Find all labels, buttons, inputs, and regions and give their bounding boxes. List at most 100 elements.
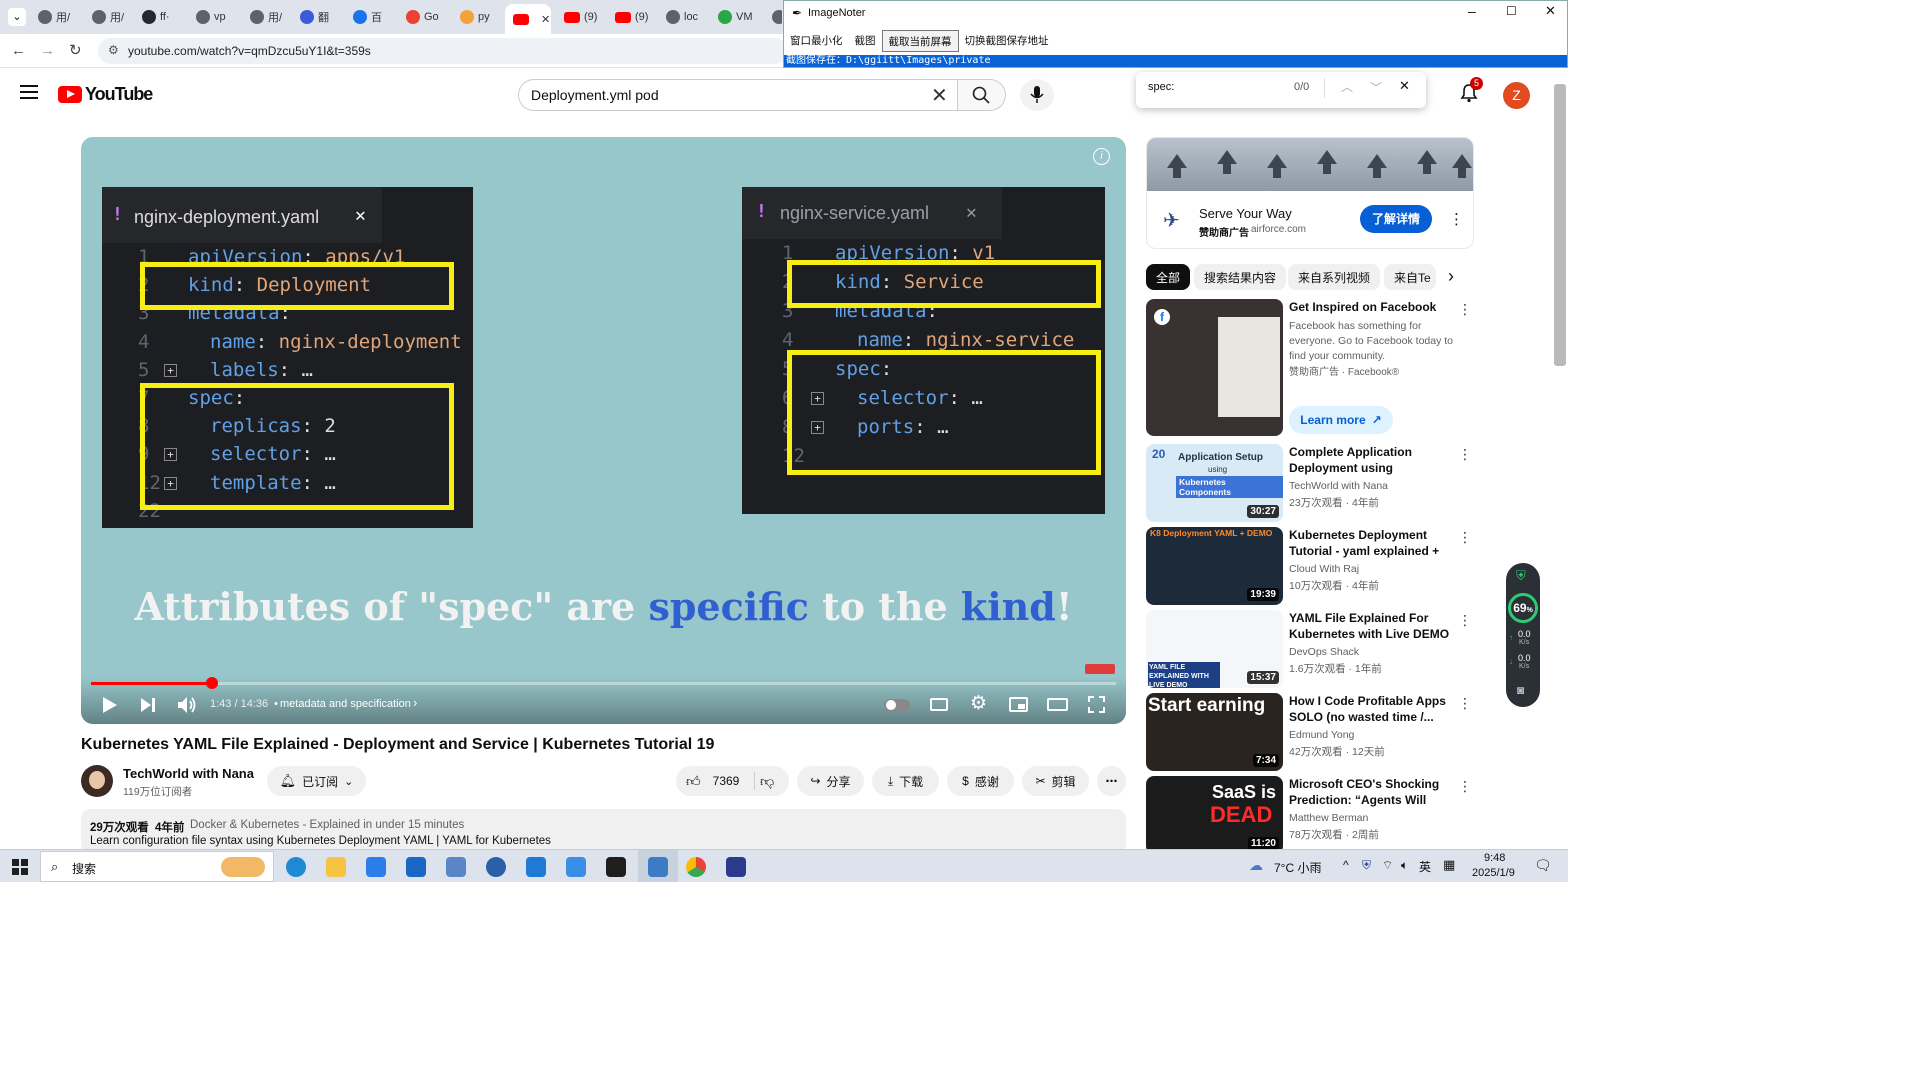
find-next-icon[interactable]: ﹀ [1370, 79, 1382, 96]
search-button[interactable] [958, 79, 1006, 111]
imagenoter-menu-item[interactable]: 切换截图保存地址 [959, 30, 1055, 52]
progress-scrubber[interactable] [205, 677, 218, 689]
recommendation-channel[interactable]: Edmund Yong [1289, 729, 1354, 741]
browser-tab[interactable]: 百 [345, 4, 395, 30]
recommendation-item[interactable]: 30:27 20 Application Setup using Kubernetes … [1146, 444, 1476, 522]
browser-tab[interactable]: VM [710, 4, 762, 30]
imagenoter-menu-item[interactable]: 截取当前屏幕 [881, 30, 959, 52]
more-options-icon[interactable]: ⋮ [1458, 695, 1472, 712]
video-thumbnail[interactable]: f [1146, 299, 1283, 436]
more-actions-button[interactable]: ⋯ [1097, 766, 1126, 796]
voice-search-button[interactable] [1020, 79, 1054, 111]
thumbs-down-icon[interactable]: 👎︎ [760, 773, 774, 790]
browser-tab[interactable]: loc [658, 4, 706, 30]
share-button[interactable]: ↪ 分享 [797, 766, 864, 796]
imagenoter-menu-item[interactable]: 截图 [849, 30, 882, 52]
search-app-icon[interactable] [486, 857, 506, 877]
more-options-icon[interactable]: ⋮ [1458, 301, 1472, 318]
mail-icon[interactable] [406, 857, 426, 877]
browser-tab[interactable]: ff· [134, 4, 186, 30]
imagenoter-menu-item[interactable]: 窗口最小化 [784, 30, 849, 52]
recommendation-item[interactable]: 7:34 Start earning How I Code Profitable A… [1146, 693, 1476, 771]
find-close-icon[interactable]: ✕ [1399, 78, 1410, 94]
find-prev-icon[interactable]: ︿ [1341, 78, 1353, 95]
security-tray-icon[interactable]: ⛨ [1362, 858, 1371, 873]
edge-icon[interactable] [286, 857, 306, 877]
network-monitor-widget[interactable]: ⛨ 69% ↑ 0.0 K/s ↓ 0.0 K/s ◙ [1506, 563, 1540, 707]
info-icon[interactable]: i [1093, 148, 1110, 165]
tab-list-button[interactable]: ⌄ [8, 8, 26, 26]
notifications-button[interactable]: 5 [1460, 77, 1484, 105]
volume-icon[interactable] [177, 696, 197, 714]
autoplay-toggle[interactable] [884, 699, 910, 711]
miniplayer-icon[interactable] [1009, 697, 1028, 712]
browser-tab[interactable]: (9) [607, 4, 655, 30]
app-arrow-icon[interactable] [566, 857, 586, 877]
recommendation-item[interactable]: 11:20 SaaS is DEAD Microsoft CEO's Shocking… [1146, 776, 1476, 854]
menu-icon[interactable] [20, 85, 38, 99]
sidebar-ad[interactable]: ✈ Serve Your Way 赞助商广告 · airforce.com 了解… [1146, 137, 1474, 249]
close-window-icon[interactable]: ✕ [1545, 3, 1556, 19]
browser-tab[interactable]: Go [398, 4, 450, 30]
weather-text[interactable]: 7°C 小雨 [1274, 859, 1321, 876]
close-tab-icon[interactable]: ✕ [541, 13, 550, 26]
video-thumbnail[interactable]: 7:34 Start earning [1146, 693, 1283, 771]
chips-next-icon[interactable]: › [1448, 266, 1454, 287]
settings-gear-icon[interactable]: ⚙ [970, 692, 987, 715]
video-thumbnail[interactable]: 19:39 K8 Deployment YAML + DEMO [1146, 527, 1283, 605]
fullscreen-icon[interactable] [1088, 696, 1105, 713]
browser-tab[interactable]: 用/ [242, 4, 290, 30]
recommendation-item[interactable]: 19:39 K8 Deployment YAML + DEMO Kubernetes… [1146, 527, 1476, 605]
play-icon[interactable] [102, 696, 118, 714]
app-icon[interactable] [726, 857, 746, 877]
video-thumbnail[interactable]: 30:27 20 Application Setup using Kubernetes … [1146, 444, 1283, 522]
file-explorer-icon[interactable] [326, 857, 346, 877]
wifi-icon[interactable]: ⌔ [1382, 858, 1393, 873]
more-options-icon[interactable]: ⋮ [1458, 778, 1472, 795]
download-button[interactable]: ⤓ 下载 [872, 766, 939, 796]
browser-tab[interactable]: ✕ [505, 4, 551, 34]
description-box[interactable]: 29万次观看 4年前 Docker & Kubernetes - Explain… [81, 809, 1126, 854]
thanks-button[interactable]: $ 感谢 [947, 766, 1014, 796]
browser-tab[interactable]: 用/ [84, 4, 132, 30]
back-icon[interactable]: ← [11, 42, 26, 60]
learn-more-button[interactable]: Learn more ↗ [1289, 406, 1393, 434]
clock-time[interactable]: 9:48 [1484, 852, 1505, 864]
chapter-title[interactable]: metadata and specification [280, 698, 411, 710]
site-info-icon[interactable]: ⚙ [108, 43, 119, 57]
filter-chip[interactable]: 来自系列视频 [1288, 264, 1381, 290]
ad-cta-button[interactable]: 了解详情 [1360, 205, 1432, 233]
camera-icon[interactable]: ◙ [1517, 683, 1524, 697]
recommendation-channel[interactable]: Cloud With Raj [1289, 563, 1359, 575]
browser-tab[interactable]: 用/ [30, 4, 80, 30]
clear-search-icon[interactable]: ✕ [931, 83, 948, 108]
browser-tab[interactable]: py [452, 4, 502, 30]
recommendation-channel[interactable]: TechWorld with Nana [1289, 480, 1388, 492]
recommendation-item[interactable]: f Get Inspired on Facebook Facebook has so… [1146, 299, 1476, 436]
speaker-icon[interactable]: 🔈︎ [1401, 858, 1408, 873]
subscribed-button[interactable]: 🔔︎ 已订阅 ⌄ [267, 766, 366, 796]
video-thumbnail[interactable]: 15:37 YAML FILE EXPLAINED WITH LIVE DEMO [1146, 610, 1283, 688]
recommendation-channel[interactable]: DevOps Shack [1289, 646, 1359, 658]
ad-more-icon[interactable]: ⋮ [1449, 210, 1464, 228]
browser-tab[interactable]: (9) [556, 4, 604, 30]
search-input[interactable]: Deployment.yml pod ✕ [518, 79, 958, 111]
more-options-icon[interactable]: ⋮ [1458, 529, 1472, 546]
clip-button[interactable]: ✂ 剪辑 [1022, 766, 1089, 796]
more-options-icon[interactable]: ⋮ [1458, 446, 1472, 463]
store-icon[interactable] [366, 857, 386, 877]
find-input[interactable]: spec: [1148, 81, 1174, 93]
ime-indicator[interactable]: 英 [1419, 858, 1431, 875]
next-icon[interactable] [140, 697, 156, 713]
chevron-right-icon[interactable]: › [413, 695, 417, 710]
vscode-icon[interactable] [526, 857, 546, 877]
chrome-icon[interactable] [686, 857, 706, 877]
browser-tab[interactable]: 翻 [292, 4, 342, 30]
browser-tab[interactable]: vp [188, 4, 240, 30]
filter-chip[interactable]: 全部 [1146, 264, 1191, 290]
keyboard-grid-icon[interactable]: ▦ [1443, 857, 1455, 873]
channel-avatar[interactable] [81, 765, 113, 797]
avatar[interactable]: Z [1503, 82, 1530, 109]
maximize-icon[interactable]: ☐ [1506, 4, 1517, 18]
playlist-link[interactable]: Docker & Kubernetes - Explained in under… [190, 819, 464, 831]
